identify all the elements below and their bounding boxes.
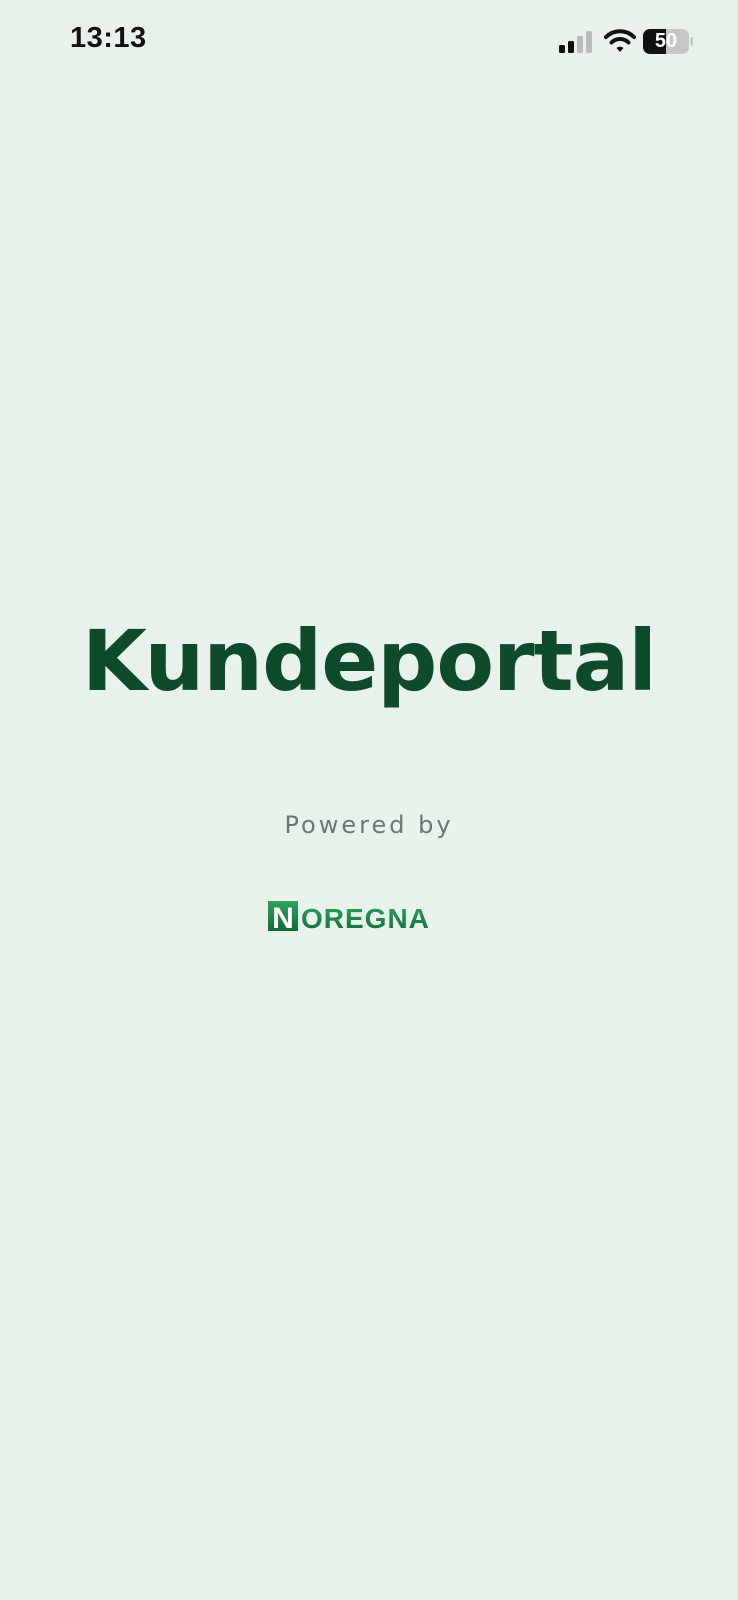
svg-text:N: N: [272, 902, 294, 934]
powered-by-label: Powered by: [284, 811, 454, 839]
status-bar: 13:13 50: [0, 0, 738, 90]
wifi-icon: [604, 29, 636, 52]
noregna-logo: N OREGNA: [268, 901, 430, 934]
status-time: 13:13: [70, 22, 147, 54]
app-title: Kundeportal: [81, 612, 657, 710]
battery-level: 50: [654, 30, 678, 52]
svg-text:OREGNA: OREGNA: [301, 903, 430, 934]
signal-icon: [559, 31, 592, 53]
